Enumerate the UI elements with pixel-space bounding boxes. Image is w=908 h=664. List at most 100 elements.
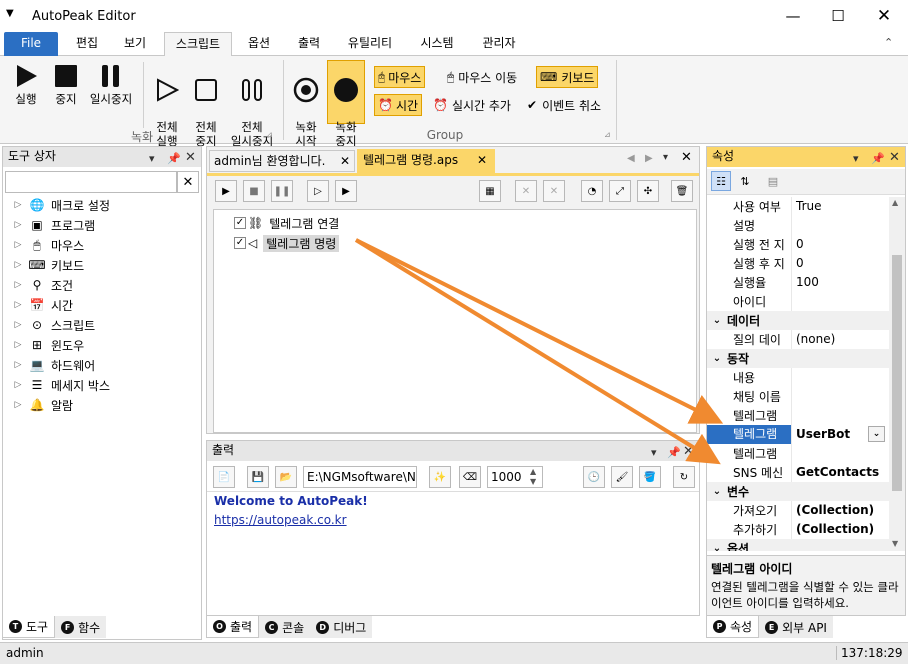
prop-value[interactable]: (none) [791, 330, 889, 349]
prop-row[interactable]: 실행 후 지 0 [707, 254, 889, 273]
tab-output[interactable]: O 출력 [206, 616, 260, 638]
node-telegram-command[interactable]: ✓ ◁ 텔레그램 명령 [234, 234, 340, 252]
option-realtime-toggle[interactable]: ⏰ 실시간 추가 [430, 94, 514, 116]
node-checkbox[interactable]: ✓ [234, 237, 246, 249]
option-time-toggle[interactable]: ⏰ 시간 [374, 94, 423, 116]
step-play-icon[interactable]: ▷ [307, 180, 329, 202]
property-pages-icon[interactable]: ▤ [763, 171, 783, 191]
tab-functions[interactable]: F 함수 [55, 616, 107, 638]
pin-icon[interactable]: 📌 [167, 149, 181, 168]
property-scrollbar[interactable]: ▲ ▼ [889, 197, 905, 551]
prop-row[interactable]: 가져오기 (Collection) [707, 501, 889, 520]
prop-value[interactable] [791, 368, 889, 387]
tree-item-condition[interactable]: ▷ ⚲ 조건 [11, 275, 199, 295]
menu-utility[interactable]: 유틸리티 [336, 32, 404, 56]
prop-row[interactable]: 실행율 100 [707, 273, 889, 292]
menu-file[interactable]: File [4, 32, 58, 56]
tab-console[interactable]: C 콘솔 [259, 616, 311, 638]
pause-button[interactable]: 일시중지 [86, 64, 136, 106]
brush-icon[interactable]: 🖌 [611, 466, 633, 488]
option-mouse-move-toggle[interactable]: 🖱 마우스 이동 [444, 66, 520, 88]
tree-item-messagebox[interactable]: ▷ ☰ 메세지 박스 [11, 375, 199, 395]
scroll-thumb[interactable] [892, 255, 902, 491]
tree-item-alarm[interactable]: ▷ 🔔 알람 [11, 395, 199, 415]
prop-row[interactable]: 텔레그램 [707, 406, 889, 425]
stop-icon[interactable]: ■ [243, 180, 265, 202]
tree-item-time[interactable]: ▷ 📅 시간 [11, 295, 199, 315]
prop-row[interactable]: SNS 메신 GetContacts [707, 463, 889, 482]
node-telegram-connect[interactable]: ✓ ⛓ 텔레그램 연결 [234, 214, 339, 232]
collapse-chevron-icon[interactable]: ⌄ [707, 315, 727, 326]
prop-value[interactable]: 100 [791, 273, 889, 292]
minimize-button[interactable]: — [770, 0, 816, 32]
prop-value[interactable]: True [791, 197, 889, 216]
prop-value[interactable]: UserBot ⌄ [791, 425, 889, 444]
prop-row[interactable]: 채팅 이름 [707, 387, 889, 406]
prop-row[interactable]: 설명 [707, 216, 889, 235]
delete-x-icon[interactable]: ✕ [515, 180, 537, 202]
tab-tools[interactable]: T 도구 [2, 616, 56, 638]
clock-icon[interactable]: 🕒 [583, 466, 605, 488]
folder-icon[interactable]: 📂 [275, 466, 297, 488]
log-link[interactable]: https://autopeak.co.kr [214, 513, 347, 527]
tree-item-script[interactable]: ▷ ⊙ 스크립트 [11, 315, 199, 335]
option-cancel-event-toggle[interactable]: ✔ 이벤트 취소 [524, 94, 604, 116]
expand-icon[interactable]: ▷ [11, 200, 25, 210]
prop-value[interactable] [791, 387, 889, 406]
prop-row[interactable]: 텔레그램 [707, 444, 889, 463]
collapse-chevron-icon[interactable]: ⌄ [707, 353, 727, 364]
maximize-button[interactable]: ☐ [815, 0, 861, 32]
close-tab-icon[interactable]: ✕ [340, 151, 350, 171]
clean-icon[interactable]: ✨ [429, 466, 451, 488]
pause-icon[interactable]: ❚❚ [271, 180, 293, 202]
close-icon[interactable]: ✕ [681, 150, 692, 165]
expand-icon[interactable]: ▷ [11, 280, 25, 290]
paint-bucket-icon[interactable]: 🪣 [639, 466, 661, 488]
toolbox-search-input[interactable] [5, 171, 177, 193]
tab-welcome[interactable]: admin님 환영합니다. ✕ [209, 150, 355, 172]
prop-row[interactable]: 질의 데이 (none) [707, 330, 889, 349]
tab-external-api[interactable]: E 외부 API [759, 616, 833, 638]
expand-icon[interactable]: ▷ [11, 400, 25, 410]
prop-row[interactable]: 아이디 [707, 292, 889, 311]
spinner-icon[interactable]: ▲ ▼ [530, 467, 536, 487]
tab-debug[interactable]: D 디버그 [310, 616, 373, 638]
eraser-icon[interactable]: ⌫ [459, 466, 481, 488]
tab-telegram-command[interactable]: 텔레그램 명령.aps ✕ [357, 149, 495, 173]
tab-properties[interactable]: P 속성 [706, 616, 760, 638]
prop-row[interactable]: 실행 전 지 0 [707, 235, 889, 254]
categorized-icon[interactable]: ☷ [711, 171, 731, 191]
trash-icon[interactable]: 🗑 [671, 180, 693, 202]
prop-value[interactable]: 0 [791, 235, 889, 254]
prop-value[interactable]: GetContacts [791, 463, 889, 482]
expand-icon[interactable]: ▷ [11, 380, 25, 390]
prop-value[interactable] [791, 216, 889, 235]
save-icon[interactable]: 💾 [247, 466, 269, 488]
dialog-launcher-icon[interactable]: ⊿ [604, 130, 611, 139]
clear-search-button[interactable]: ✕ [177, 171, 199, 193]
prop-value[interactable]: (Collection) [791, 501, 889, 520]
image-icon[interactable]: ▦ [479, 180, 501, 202]
category-action[interactable]: ⌄ 동작 [707, 349, 889, 368]
close-icon[interactable]: ✕ [185, 148, 196, 167]
tree-item-mouse[interactable]: ▷ 🖱 마우스 [11, 235, 199, 255]
dropdown-arrow-icon[interactable]: ⌄ [868, 426, 885, 442]
record-stop-button[interactable]: 녹화 중지 [327, 60, 365, 148]
menu-script[interactable]: 스크립트 [164, 32, 232, 57]
tree-item-window[interactable]: ▷ ⊞ 윈도우 [11, 335, 199, 355]
expand-icon[interactable]: ▷ [11, 360, 25, 370]
prop-value[interactable] [791, 292, 889, 311]
expand-icon[interactable]: ▷ [11, 340, 25, 350]
scroll-left-icon[interactable]: ◀ [627, 153, 635, 164]
collapse-chevron-icon[interactable]: ⌄ [707, 486, 727, 497]
tab-list-icon[interactable]: ▾ [663, 152, 668, 163]
prop-row[interactable]: 내용 [707, 368, 889, 387]
option-mouse-click-toggle[interactable]: 🖰 마우스 [374, 66, 426, 88]
close-icon[interactable]: ✕ [889, 148, 900, 167]
menu-view[interactable]: 보기 [112, 32, 158, 56]
pin-icon[interactable]: 📌 [871, 149, 885, 168]
prop-value[interactable] [791, 444, 889, 463]
sort-alpha-icon[interactable]: ⇅ [735, 171, 755, 191]
run-button[interactable]: 실행 [8, 64, 44, 106]
tree-item-macro[interactable]: ▷ 🌐 매크로 설정 [11, 195, 199, 215]
